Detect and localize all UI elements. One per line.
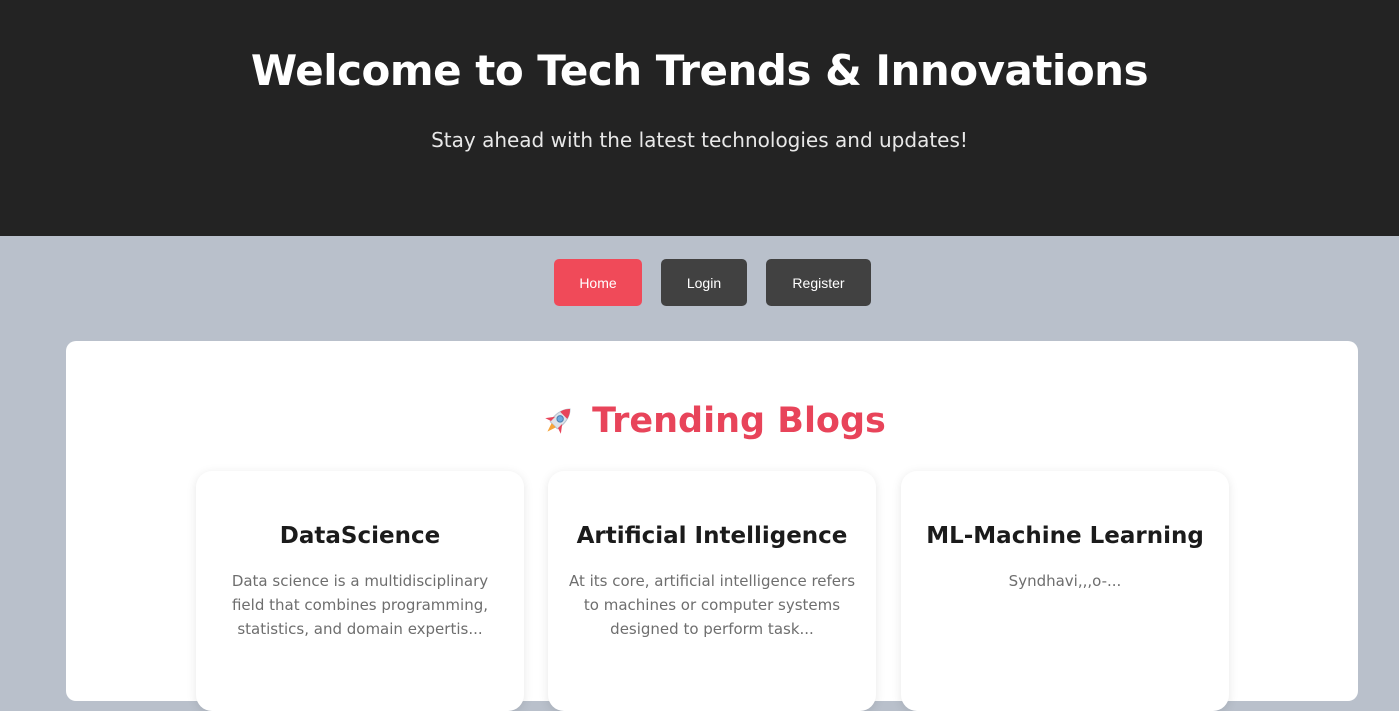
blog-card-title[interactable]: ML-Machine Learning [901, 523, 1229, 549]
blog-card[interactable]: ML-Machine Learning Syndhavi,,,o-... [901, 471, 1229, 711]
blog-card[interactable]: Artificial Intelligence At its core, art… [548, 471, 876, 711]
login-button[interactable]: Login [661, 259, 747, 306]
blog-card[interactable]: DataScience Data science is a multidisci… [196, 471, 524, 711]
main-nav: Home Login Register [0, 259, 1399, 306]
blog-card-excerpt: Data science is a multidisciplinary fiel… [231, 572, 489, 638]
home-button[interactable]: Home [554, 259, 642, 306]
blog-card-title[interactable]: DataScience [196, 523, 524, 549]
register-button[interactable]: Register [766, 259, 871, 306]
section-heading: Trending Blogs [66, 401, 1358, 441]
page-title: Welcome to Tech Trends & Innovations [250, 46, 1149, 95]
section-title: Trending Blogs [592, 401, 886, 441]
blog-card-excerpt: At its core, artificial intelligence ref… [568, 572, 856, 638]
rocket-icon [545, 408, 571, 434]
blog-card-title[interactable]: Artificial Intelligence [548, 523, 876, 549]
blog-card-excerpt: Syndhavi,,,o-... [1008, 572, 1122, 590]
hero-header: Welcome to Tech Trends & Innovations Sta… [0, 0, 1399, 236]
content-panel: Trending Blogs DataScience Data science … [66, 341, 1358, 711]
page-subtitle: Stay ahead with the latest technologies … [431, 128, 968, 152]
